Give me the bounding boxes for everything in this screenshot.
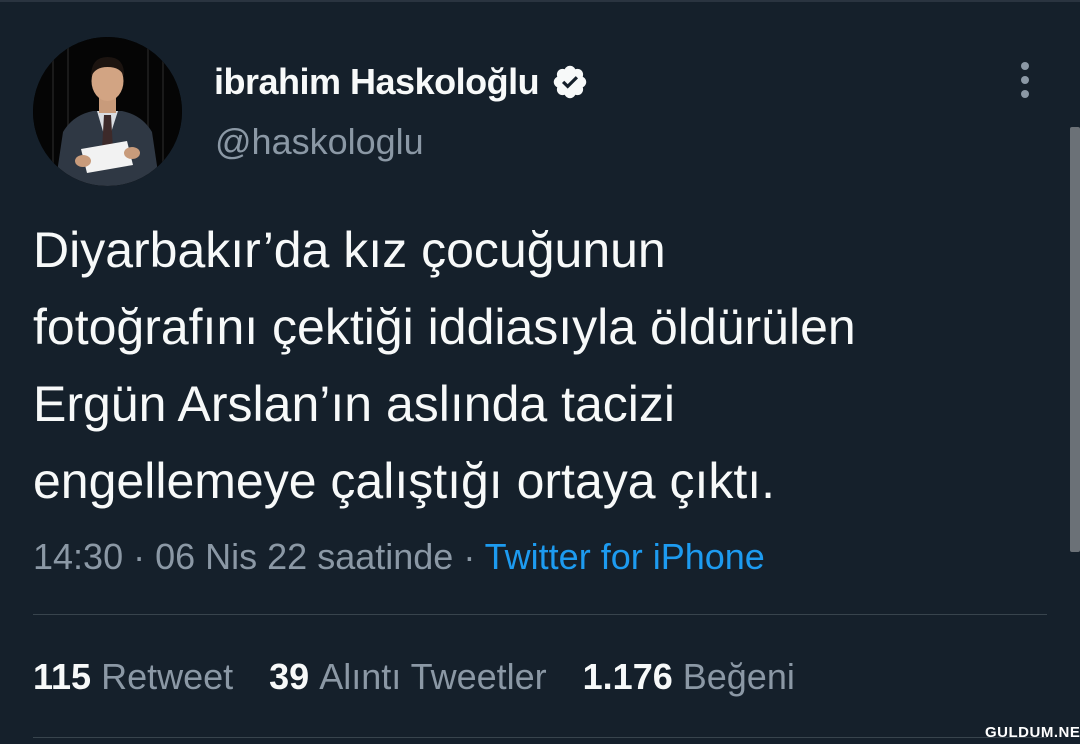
quote-label: Alıntı Tweetler (319, 656, 547, 697)
divider (33, 614, 1047, 615)
tweet-time[interactable]: 14:30 (33, 536, 123, 577)
more-options-icon[interactable] (1010, 58, 1040, 102)
tweet-source-link[interactable]: Twitter for iPhone (485, 536, 765, 577)
retweet-count: 115 (33, 656, 92, 697)
avatar[interactable] (33, 37, 182, 186)
meta-separator: · (133, 536, 156, 577)
retweet-label: Retweet (101, 656, 234, 697)
like-count: 1.176 (582, 656, 673, 697)
meta-separator: · (463, 536, 485, 577)
avatar-image (33, 37, 182, 186)
quote-count: 39 (269, 656, 310, 697)
retweet-count-link[interactable]: 115 Retweet (33, 652, 233, 702)
tweet-text-line: Ergün Arslan’ın aslında tacizi (33, 376, 676, 432)
tweet-text-line: engellemeye çalıştığı ortaya çıktı. (33, 453, 776, 509)
watermark: GULDUM.NET (985, 724, 1080, 741)
author-name-row[interactable]: ibrahim Haskoloğlu (214, 58, 589, 106)
top-border (0, 0, 1080, 2)
tweet-text: Diyarbakır’da kız çocuğunun fotoğrafını … (33, 212, 1053, 520)
engagement-stats: 115 Retweet 39 Alıntı Tweetler 1.176 Beğ… (33, 652, 831, 702)
verified-badge-icon (551, 63, 589, 101)
tweet-text-line: Diyarbakır’da kız çocuğunun (33, 222, 666, 278)
likes-link[interactable]: 1.176 Beğeni (583, 652, 795, 702)
tweet-text-line: fotoğrafını çektiği iddiasıyla öldürülen (33, 299, 856, 355)
quote-tweets-link[interactable]: 39 Alıntı Tweetler (269, 652, 547, 702)
divider (33, 737, 1047, 738)
author-handle[interactable]: @haskologlu (215, 121, 424, 163)
author-display-name[interactable]: ibrahim Haskoloğlu (214, 61, 540, 103)
like-label: Beğeni (682, 656, 795, 697)
tweet-meta: 14:30 · 06 Nis 22 saatinde · Twitter for… (33, 533, 765, 581)
tweet-date[interactable]: 06 Nis 22 saatinde (155, 536, 453, 577)
scrollbar-thumb[interactable] (1070, 127, 1080, 552)
